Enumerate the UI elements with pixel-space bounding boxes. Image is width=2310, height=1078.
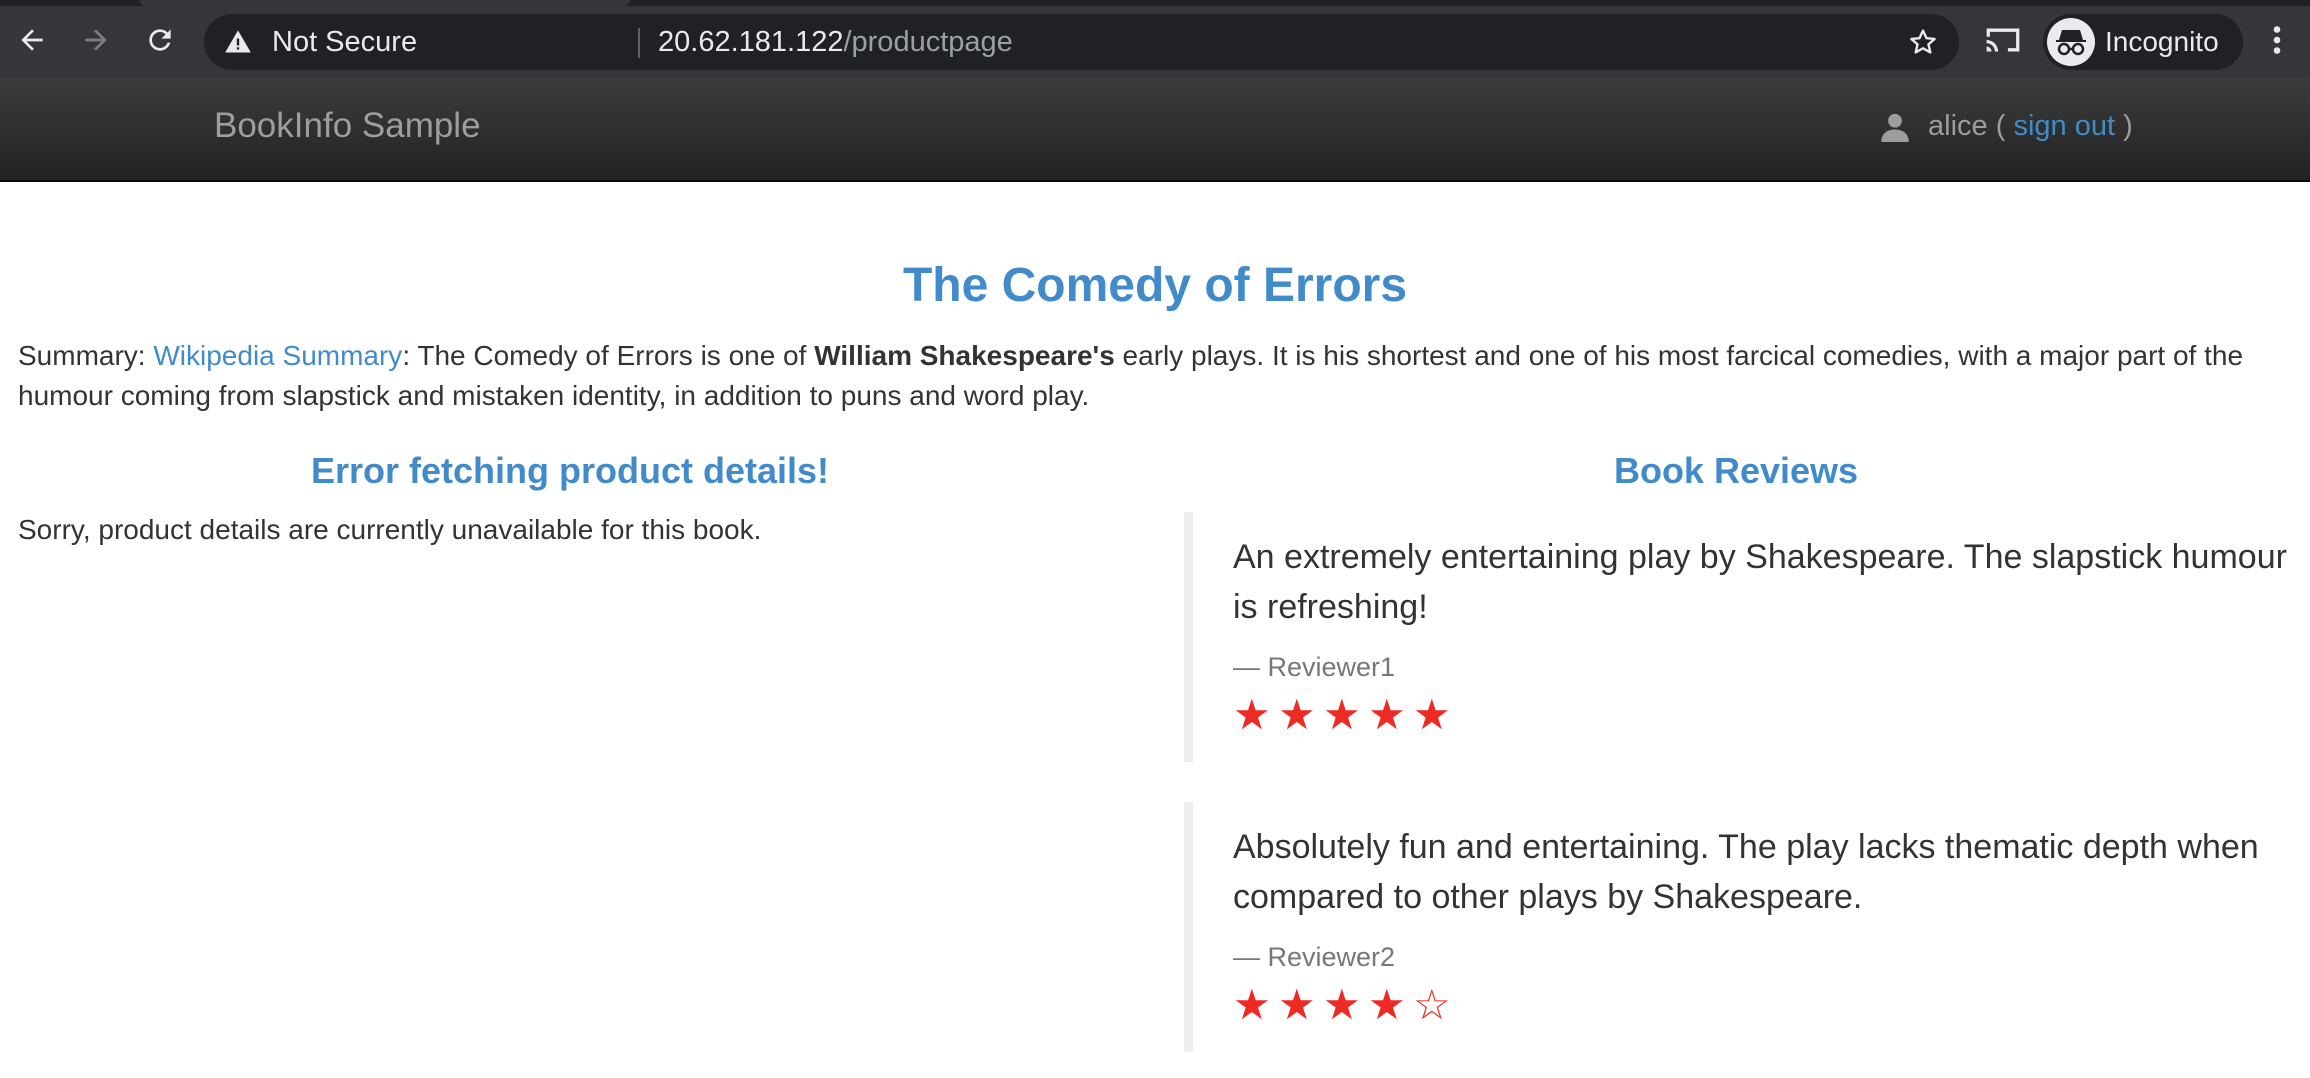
review-item: An extremely entertaining play by Shakes… (1184, 512, 2288, 762)
bookmark-star-icon[interactable] (1907, 26, 1939, 58)
details-error-heading: Error fetching product details! (310, 450, 830, 491)
user-area: alice ( sign out ) (1880, 110, 2133, 143)
details-error-message: Sorry, product details are currently una… (18, 514, 762, 545)
warning-icon[interactable] (224, 28, 252, 56)
username: alice (1928, 110, 1988, 142)
review-item: Absolutely fun and entertaining. The pla… (1184, 802, 2288, 1052)
star-filled-icon: ★ (1323, 690, 1361, 739)
security-label[interactable]: Not Secure (272, 26, 417, 59)
book-summary: Summary: Wikipedia Summary: The Comedy o… (18, 336, 2288, 416)
reviewer-name: — Reviewer1 (1233, 652, 1396, 682)
star-filled-icon: ★ (1323, 980, 1361, 1029)
incognito-profile-button[interactable]: Incognito (2043, 14, 2243, 70)
book-title: The Comedy of Errors (902, 259, 1408, 312)
star-filled-icon: ★ (1368, 690, 1406, 739)
wikipedia-summary-link[interactable]: Wikipedia Summary (153, 340, 402, 371)
reviews-heading: Book Reviews (1613, 450, 1859, 491)
star-empty-icon: ☆ (1413, 980, 1451, 1029)
review-rating: ★ ★ ★ ★ ★ (1233, 693, 2288, 739)
brand-link[interactable]: BookInfo Sample (214, 106, 481, 146)
address-divider (638, 28, 640, 58)
review-text: Absolutely fun and entertaining. The pla… (1233, 828, 2259, 916)
summary-text-1: : The Comedy of Errors is one of (402, 340, 815, 371)
reviewer-name: — Reviewer2 (1233, 942, 1396, 972)
summary-author: William Shakespeare's (814, 340, 1115, 371)
star-filled-icon: ★ (1413, 690, 1451, 739)
address-bar[interactable]: Not Secure 20.62.181.122/productpage (204, 14, 1959, 70)
forward-button[interactable] (76, 20, 116, 60)
browser-menu-icon[interactable] (2262, 22, 2292, 58)
cast-icon[interactable] (1983, 22, 2023, 58)
incognito-icon (2047, 18, 2095, 66)
active-tab-edge (140, 0, 630, 6)
browser-toolbar: Not Secure 20.62.181.122/productpage Inc… (0, 0, 2310, 78)
reload-icon (149, 29, 171, 51)
star-filled-icon: ★ (1368, 980, 1406, 1029)
summary-prefix: Summary: (18, 340, 154, 371)
incognito-label: Incognito (2105, 26, 2219, 57)
star-filled-icon: ★ (1278, 690, 1316, 739)
star-filled-icon: ★ (1233, 690, 1271, 739)
review-rating: ★ ★ ★ ★ ☆ (1233, 983, 2288, 1029)
paren-open: ( (1995, 110, 2006, 142)
url-text[interactable]: 20.62.181.122/productpage (658, 26, 1013, 59)
sign-out-link[interactable]: sign out (2013, 110, 2115, 143)
url-path: /productpage (843, 26, 1013, 58)
app-navbar: BookInfo Sample alice ( sign out ) (0, 78, 2310, 182)
review-text: An extremely entertaining play by Shakes… (1233, 538, 2287, 626)
url-host: 20.62.181.122 (658, 26, 844, 58)
star-filled-icon: ★ (1278, 980, 1316, 1029)
forward-arrow-icon (85, 29, 107, 51)
back-arrow-icon (21, 29, 43, 51)
user-icon (1881, 113, 1909, 142)
reload-button[interactable] (140, 20, 180, 60)
back-button[interactable] (12, 20, 52, 60)
star-filled-icon: ★ (1233, 980, 1271, 1029)
paren-close: ) (2123, 110, 2133, 142)
tab-strip (0, 0, 2310, 6)
